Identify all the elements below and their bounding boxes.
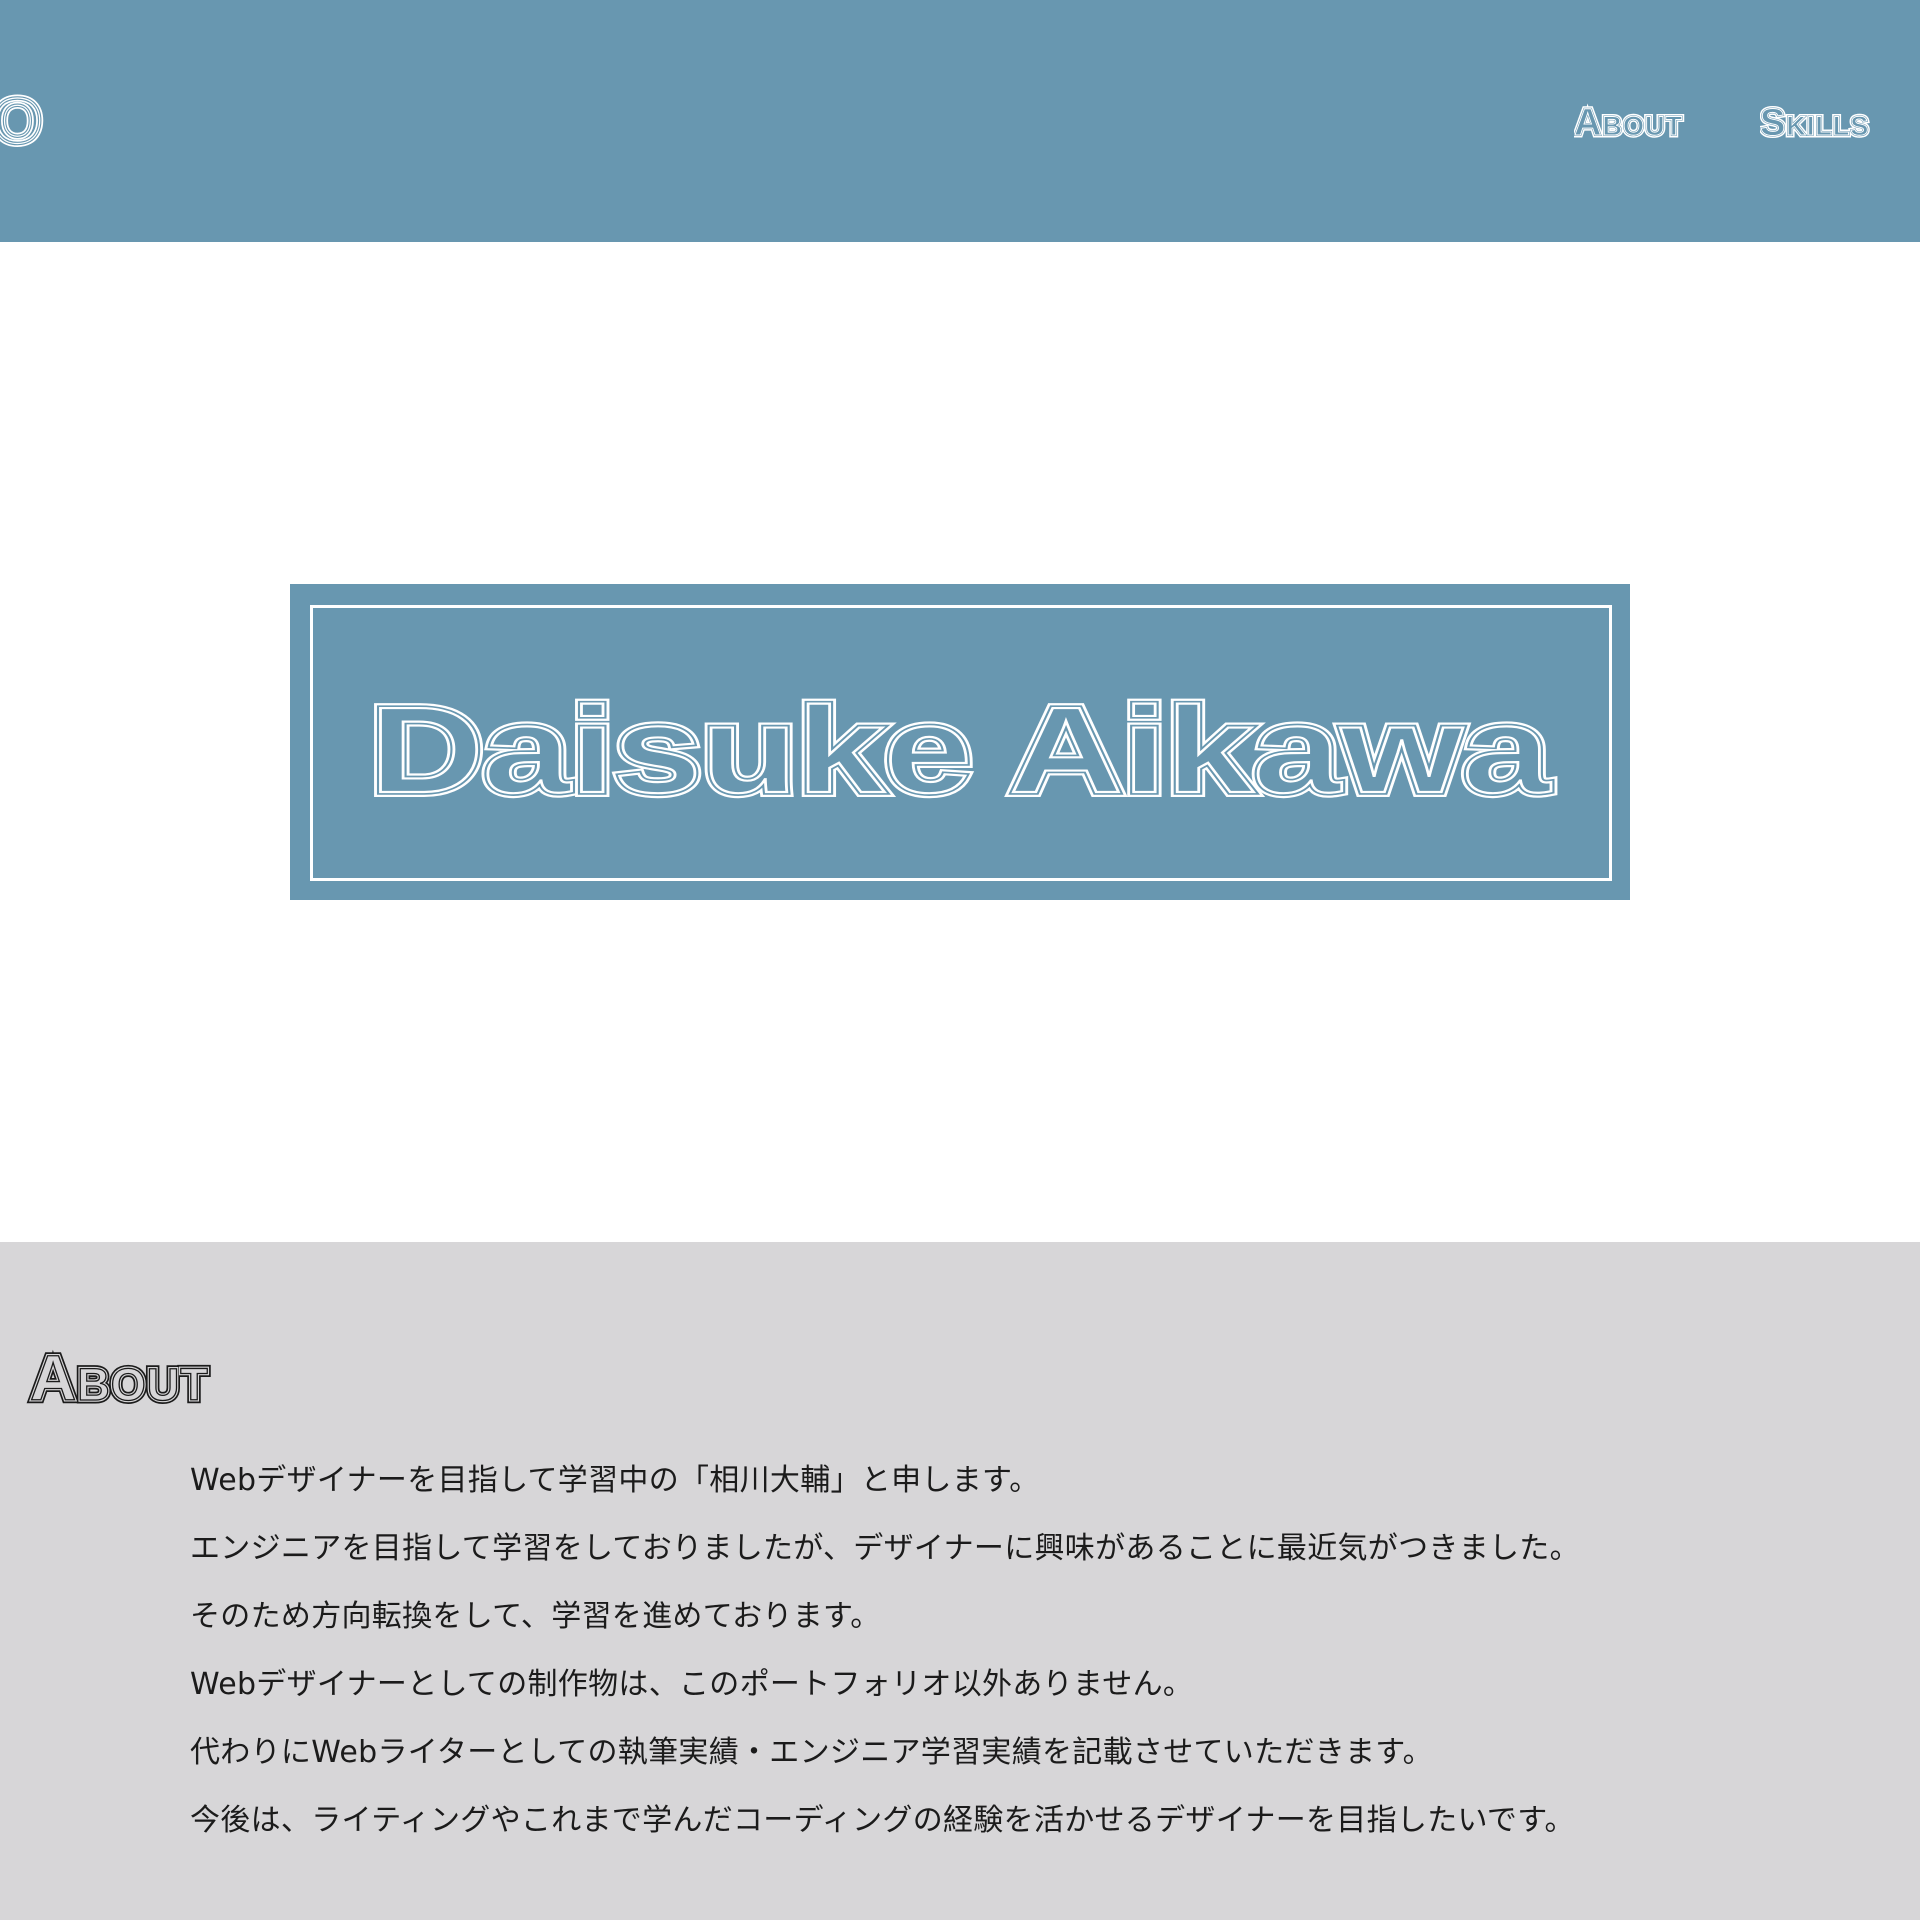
svg-text:OLIO: OLIO (0, 85, 44, 157)
about-heading: About About About (27, 1342, 212, 1412)
site-header: OLIO OLIO OLIO About About About Skills … (0, 0, 1920, 242)
about-section: About About About Webデザイナーを目指して学習中の「相川大輔… (0, 1242, 1920, 1920)
svg-text:Daisuke Aikawa: Daisuke Aikawa (370, 682, 1551, 818)
nav-link-about[interactable]: About About About (1574, 95, 1734, 146)
about-paragraph-line: エンジニアを目指して学習をしておりましたが、デザイナーに興味があることに最近気が… (190, 1531, 1580, 1566)
about-paragraph-line: 今後は、ライティングやこれまで学んだコーディングの経験を活かせるデザイナーを目指… (190, 1803, 1575, 1838)
about-paragraph-line: 代わりにWebライターとしての執筆実績・エンジニア学習実績を記載させていただきま… (190, 1735, 1433, 1770)
svg-text:About: About (1574, 102, 1683, 144)
about-paragraph-line: Webデザイナーとしての制作物は、このポートフォリオ以外ありません。 (190, 1667, 1194, 1702)
hero-name-card: Daisuke Aikawa Daisuke Aikawa Daisuke Ai… (290, 584, 1630, 900)
about-paragraph-line: Webデザイナーを目指して学習中の「相川大輔」と申します。 (190, 1463, 1040, 1498)
main-nav: About About About Skills Skills Skills (1574, 95, 1910, 146)
site-logo[interactable]: OLIO OLIO OLIO (0, 82, 150, 161)
about-paragraph-line: そのため方向転換をして、学習を進めております。 (190, 1599, 881, 1634)
svg-text:About: About (30, 1342, 209, 1412)
svg-text:Skills: Skills (1760, 102, 1869, 144)
hero-name-title: Daisuke Aikawa Daisuke Aikawa Daisuke Ai… (365, 677, 1556, 823)
about-body: Webデザイナーを目指して学習中の「相川大輔」と申します。 エンジニアを目指して… (190, 1447, 1870, 1855)
nav-link-skills[interactable]: Skills Skills Skills (1760, 95, 1910, 146)
